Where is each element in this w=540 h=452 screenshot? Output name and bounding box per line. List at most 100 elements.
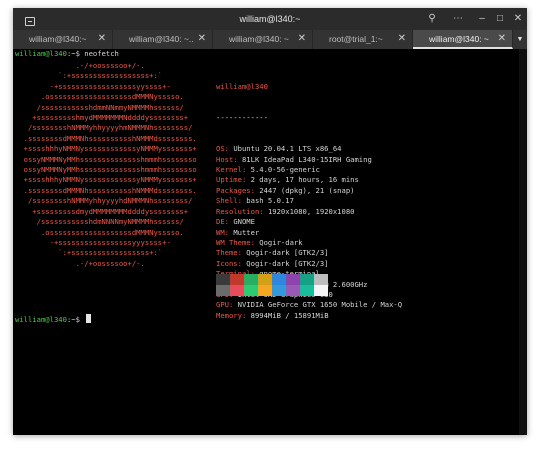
tab-4[interactable]: william@l340: ~ ✕ xyxy=(413,30,513,49)
tab-label: william@l340: ~... xyxy=(129,34,193,44)
info-value: Ubuntu 20.04.1 LTS x86_64 xyxy=(233,144,342,154)
info-colon: : xyxy=(224,217,234,227)
close-tab-icon[interactable]: ✕ xyxy=(298,33,306,44)
color-swatch xyxy=(216,285,230,296)
logo-line: /ssssssssssshdmNNNNmyNMMMMhssssss/ xyxy=(15,217,184,227)
logo-line: .ssssssssdMMMNhsssssssssshNMMMdssssssss. xyxy=(15,185,197,195)
minimize-icon[interactable]: – xyxy=(475,12,489,26)
logo-line: .osssssssssssssssssssdMMMNysssso. xyxy=(15,227,184,237)
tab-2[interactable]: william@l340: ~ ✕ xyxy=(213,30,313,49)
info-colon: : xyxy=(237,196,247,206)
info-key: Resolution xyxy=(216,206,260,216)
info-row: Packages: 2447 (dpkg), 21 (snap) xyxy=(216,186,402,196)
info-value: GNOME xyxy=(233,217,255,227)
info-key: DE xyxy=(216,217,225,227)
tab-0[interactable]: william@l340:~ ✕ xyxy=(13,30,113,49)
logo-line: -+sssssssssssssssssyyyssss+- xyxy=(15,237,171,247)
distro-logo: .-/+oossssoo+/-. `:+ssssssssssssssssss+:… xyxy=(15,61,197,269)
color-swatch xyxy=(230,274,244,285)
logo-line: .osssssssssssssssssssdMMMNysssso. xyxy=(15,92,184,102)
color-swatch xyxy=(258,285,272,296)
prompt-suffix: :~$ xyxy=(66,49,85,58)
info-colon: : xyxy=(228,300,238,310)
logo-line: ossyNMMMNyMMhsssssssssssssshmmmhssssssso xyxy=(15,165,197,175)
info-row: DE: GNOME xyxy=(216,217,402,227)
info-value: 1920x1080, 1920x1080 xyxy=(267,206,355,216)
info-colon: : xyxy=(241,165,251,175)
logo-line: .ssssssssdMMMNhsssssssssshNMMMdssssssss. xyxy=(15,133,197,143)
search-icon[interactable]: ⚲ xyxy=(425,12,439,26)
info-key: WM Theme xyxy=(216,237,251,247)
color-swatch xyxy=(272,285,286,296)
info-colon: : xyxy=(250,185,260,195)
info-separator: ------------ xyxy=(216,113,268,123)
color-swatch xyxy=(314,285,328,296)
prompt-user: william@l340 xyxy=(15,49,67,58)
system-info: william@l340 ------------ OS: Ubuntu 20.… xyxy=(216,61,402,342)
color-swatch xyxy=(314,274,328,285)
close-tab-icon[interactable]: ✕ xyxy=(498,33,506,44)
info-row: Host: 81LK IdeaPad L340-15IRH Gaming xyxy=(216,155,402,165)
info-value: bash 5.0.17 xyxy=(246,196,294,206)
info-value: Qogir-dark [GTK2/3] xyxy=(246,248,329,258)
close-tab-icon[interactable]: ✕ xyxy=(198,33,206,44)
color-swatch xyxy=(244,274,258,285)
info-value: 2447 (dpkg), 21 (snap) xyxy=(259,185,355,195)
terminal-window: william@l340:~ ⚲ ⋯ – □ ✕ william@l340:~ … xyxy=(13,8,527,435)
tab-label: root@trial_1:~ xyxy=(329,34,383,44)
window-title: william@l340:~ xyxy=(239,14,301,24)
info-key: Icons xyxy=(216,258,238,268)
info-key: Theme xyxy=(216,248,238,258)
info-value: 8994MiB / 15891MiB xyxy=(250,310,329,320)
logo-line: +sssssssssdmydMMMMMMMMddddyssssssss+ xyxy=(15,206,189,216)
scrollbar[interactable] xyxy=(519,49,527,435)
terminal-output[interactable]: william@l340:~$ neofetch .-/+oossssoo+/-… xyxy=(13,49,519,435)
color-swatch xyxy=(216,274,230,285)
logo-line: +sssshhhyNMMNyssssssssssssyNMMMysssssss+ xyxy=(15,144,197,154)
info-key: Kernel xyxy=(216,165,242,175)
info-colon: : xyxy=(237,258,247,268)
color-swatch xyxy=(300,274,314,285)
info-key: Shell xyxy=(216,196,238,206)
info-colon: : xyxy=(250,237,260,247)
tab-overflow-icon[interactable]: ▼ xyxy=(513,30,527,49)
info-key: Host xyxy=(216,154,234,164)
info-colon: : xyxy=(259,206,268,216)
color-palette xyxy=(216,274,328,296)
info-colon: : xyxy=(224,144,234,154)
info-row: Resolution: 1920x1080, 1920x1080 xyxy=(216,207,402,217)
info-row: Icons: Qogir-dark [GTK2/3] xyxy=(216,259,402,269)
logo-line: +ssssssssshmydMMMMMMMNddddyssssssss+ xyxy=(15,113,189,123)
info-header: william@l340 xyxy=(216,81,268,91)
info-key: GPU xyxy=(216,300,229,310)
color-swatch xyxy=(300,285,314,296)
tab-label: william@l340:~ xyxy=(29,34,87,44)
info-value: Mutter xyxy=(233,227,260,237)
info-value: 2 days, 17 hours, 16 mins xyxy=(250,175,359,185)
info-row: Memory: 8994MiB / 15891MiB xyxy=(216,311,402,321)
info-row: Theme: Qogir-dark [GTK2/3] xyxy=(216,248,402,258)
info-key: Packages xyxy=(216,185,251,195)
tab-1[interactable]: william@l340: ~... ✕ xyxy=(113,30,213,49)
tab-label: william@l340: ~ xyxy=(429,34,489,44)
info-key: Uptime xyxy=(216,175,242,185)
logo-line: `:+ssssssssssssssssss+:` xyxy=(15,71,163,81)
info-colon: : xyxy=(224,227,234,237)
info-row: Uptime: 2 days, 17 hours, 16 mins xyxy=(216,175,402,185)
tab-label: william@l340: ~ xyxy=(229,34,289,44)
tab-3[interactable]: root@trial_1:~ ✕ xyxy=(313,30,413,49)
maximize-icon[interactable]: □ xyxy=(493,12,507,26)
menu-icon[interactable]: ⋯ xyxy=(451,12,465,26)
info-row: Shell: bash 5.0.17 xyxy=(216,196,402,206)
logo-line: .-/+oossssoo+/-. xyxy=(15,258,145,268)
tab-bar: william@l340:~ ✕ william@l340: ~... ✕ wi… xyxy=(13,30,527,49)
close-icon[interactable]: ✕ xyxy=(511,12,525,26)
close-tab-icon[interactable]: ✕ xyxy=(98,33,106,44)
close-tab-icon[interactable]: ✕ xyxy=(398,33,406,44)
info-row: WM Theme: Qogir-dark xyxy=(216,238,402,248)
logo-line: `:+ssssssssssssssssss+:` xyxy=(15,248,163,258)
prompt-user: william@l340 xyxy=(15,315,67,324)
logo-line: /sssssssshNMMMyhhyyyyhmNMMMNhssssssss/ xyxy=(15,123,193,133)
logo-line: .-/+oossssoo+/-. xyxy=(15,61,145,70)
info-colon: : xyxy=(241,310,251,320)
